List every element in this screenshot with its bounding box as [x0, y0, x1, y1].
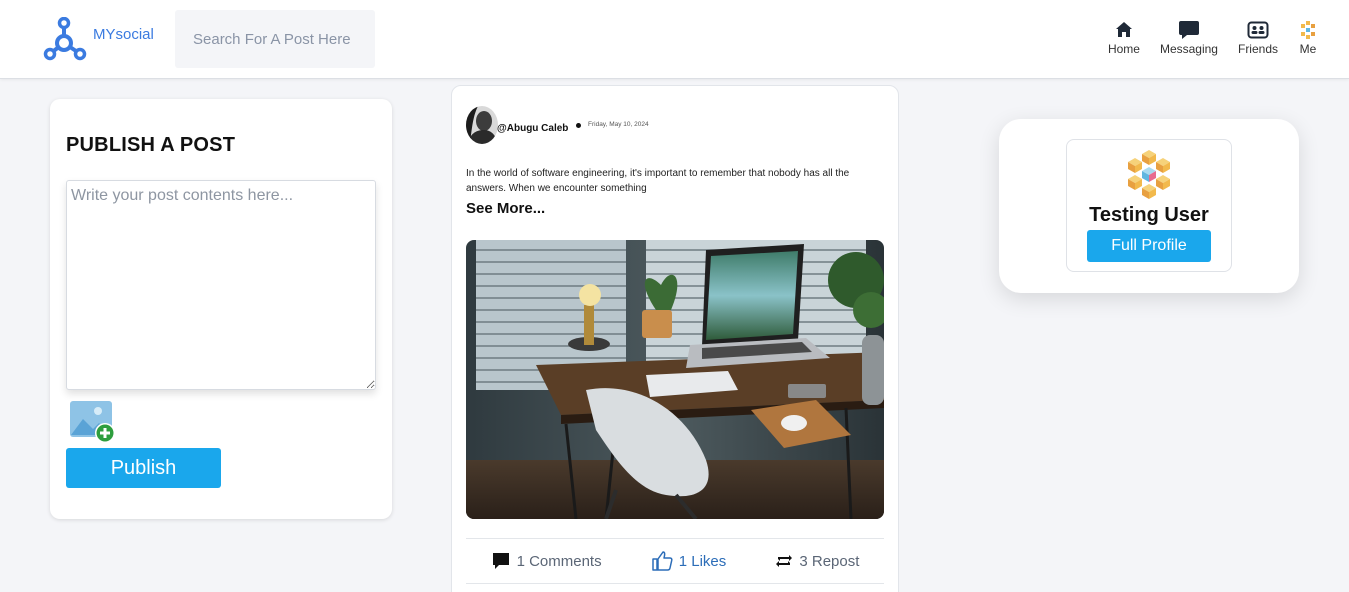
- nav-messaging-label: Messaging: [1159, 42, 1218, 56]
- post-actions-bar: 1 Comments 1 Likes 3 Repost: [466, 538, 884, 584]
- profile-summary-card: Testing User Full Profile: [999, 119, 1299, 293]
- full-profile-button[interactable]: Full Profile: [1087, 230, 1211, 262]
- logo[interactable]: MYsocial: [43, 17, 154, 61]
- nav-home-label: Home: [1107, 42, 1140, 56]
- nav-friends-label: Friends: [1237, 42, 1278, 56]
- reposts-count: 3 Repost: [799, 552, 860, 570]
- nav-me[interactable]: Me: [1298, 20, 1318, 56]
- profile-avatar[interactable]: [1123, 148, 1175, 200]
- contacts-icon: [1247, 20, 1269, 40]
- thumbs-up-icon: [651, 551, 673, 571]
- publish-title: PUBLISH A POST: [66, 134, 236, 156]
- avatar-icon: [1298, 20, 1318, 40]
- post-author-name[interactable]: @Abugu Caleb: [497, 123, 568, 134]
- repost-button[interactable]: 3 Repost: [775, 553, 859, 570]
- home-icon: [1115, 20, 1133, 40]
- add-image-button[interactable]: [69, 399, 117, 445]
- post-image[interactable]: [466, 240, 884, 519]
- comment-icon: [492, 553, 509, 569]
- nav-messaging[interactable]: Messaging: [1160, 20, 1218, 56]
- feed-post: @Abugu Caleb Friday, May 10, 2024 In the…: [451, 85, 899, 592]
- post-author-avatar[interactable]: [466, 106, 498, 144]
- publish-post-card: PUBLISH A POST Publish: [50, 99, 392, 519]
- likes-button[interactable]: 1 Likes: [651, 550, 727, 572]
- comments-count: 1 Comments: [516, 552, 602, 570]
- see-more-link[interactable]: See More...: [466, 200, 545, 217]
- search-input[interactable]: [175, 10, 375, 68]
- nav-home[interactable]: Home: [1108, 20, 1140, 56]
- add-image-icon: [70, 401, 115, 443]
- nav-friends[interactable]: Friends: [1238, 20, 1278, 56]
- cube-avatar-icon: [1128, 150, 1170, 199]
- publish-button[interactable]: Publish: [66, 448, 221, 488]
- message-icon: [1178, 20, 1200, 40]
- profile-name: Testing User: [1089, 204, 1209, 226]
- post-date: Friday, May 10, 2024: [588, 121, 649, 128]
- post-content-textarea[interactable]: [66, 180, 376, 390]
- nav-me-label: Me: [1299, 42, 1317, 56]
- post-body-text: In the world of software engineering, it…: [466, 168, 850, 194]
- logo-icon: [43, 17, 87, 61]
- top-navbar: MYsocial Home Messaging: [0, 0, 1349, 79]
- separator-dot: [576, 123, 581, 128]
- repost-icon: [776, 555, 793, 567]
- logo-text: MYsocial: [93, 25, 154, 43]
- profile-inner: Testing User Full Profile: [1066, 139, 1232, 272]
- comments-button[interactable]: 1 Comments: [491, 551, 602, 571]
- likes-count: 1 Likes: [678, 552, 727, 570]
- main-nav: Home Messaging Friends Me: [1108, 20, 1318, 56]
